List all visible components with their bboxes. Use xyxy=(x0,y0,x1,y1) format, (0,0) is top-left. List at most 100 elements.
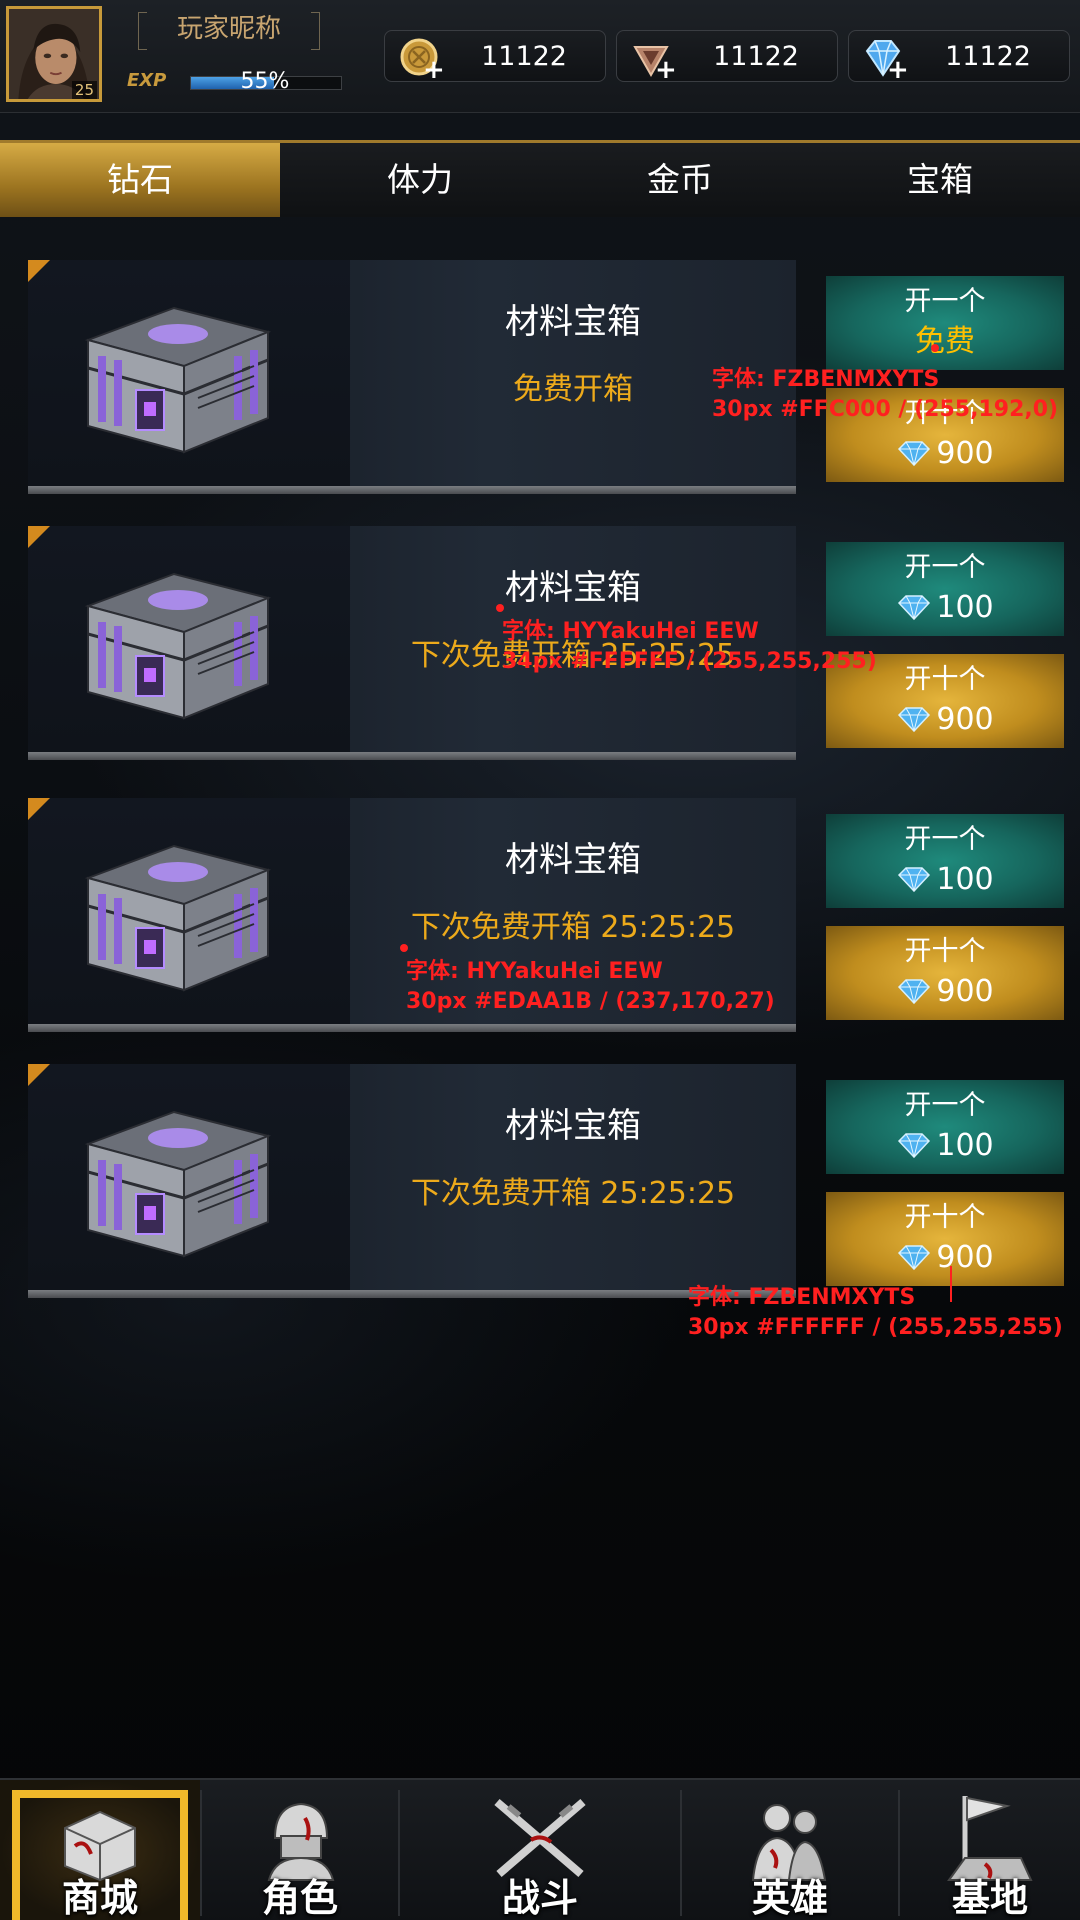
corner-accent xyxy=(28,1064,50,1086)
open-one-button[interactable]: 开一个 100 xyxy=(826,814,1064,908)
material-chest-icon xyxy=(84,1110,272,1258)
diamond-amount: 11122 xyxy=(945,41,1031,72)
card-bottom-edge xyxy=(28,486,796,494)
material-chest-icon xyxy=(84,306,272,454)
price-text: 900 xyxy=(936,702,994,737)
exp-percent: 55% xyxy=(240,69,290,94)
price-text: 900 xyxy=(936,436,994,471)
base-flag-icon xyxy=(947,1796,1033,1881)
material-chest-icon xyxy=(84,844,272,992)
card-bottom-edge xyxy=(28,1024,796,1032)
price-text: 100 xyxy=(936,1128,994,1163)
open-ten-button[interactable]: 开十个 900 xyxy=(826,1192,1064,1286)
corner-accent xyxy=(28,526,50,548)
currency-diamond[interactable]: + 11122 xyxy=(848,30,1070,83)
nav-label: 角色 xyxy=(261,1876,338,1920)
price-text: 100 xyxy=(936,862,994,897)
annotation-leader xyxy=(950,1266,952,1302)
nav-base[interactable]: 基地 xyxy=(900,1780,1080,1920)
button-label: 开一个 xyxy=(904,824,986,855)
nav-label: 商城 xyxy=(61,1876,138,1920)
corner-accent xyxy=(28,798,50,820)
exp-label: EXP xyxy=(127,70,167,91)
crystal-amount: 11122 xyxy=(713,41,799,72)
diamond-icon xyxy=(898,979,931,1005)
bottom-nav: 商城 角色 战斗 英雄 基地 xyxy=(0,1778,1080,1920)
button-label: 开十个 xyxy=(904,1202,986,1233)
nav-character[interactable]: 角色 xyxy=(202,1780,398,1920)
chest-status: 下次免费开箱 25:25:25 xyxy=(410,1176,736,1211)
shop-screen: 25 玩家昵称 EXP 55% + 11122 + 11122 + 11122 … xyxy=(0,0,1080,1920)
price-text: 900 xyxy=(936,974,994,1009)
price-text: 100 xyxy=(936,590,994,625)
nav-shop[interactable]: 商城 xyxy=(0,1780,200,1920)
button-label: 开十个 xyxy=(904,936,986,967)
heroes-icon xyxy=(751,1804,827,1881)
crossed-rifles-icon xyxy=(494,1798,586,1878)
button-price: 100 xyxy=(826,1128,1064,1164)
currency-crystal[interactable]: + 11122 xyxy=(616,30,838,83)
chest-name: 材料宝箱 xyxy=(505,1106,641,1146)
diamond-icon xyxy=(898,707,931,733)
player-avatar[interactable]: 25 xyxy=(6,6,102,102)
button-label: 开一个 xyxy=(904,286,986,317)
chest-name: 材料宝箱 xyxy=(505,302,641,342)
nav-label: 战斗 xyxy=(501,1876,578,1920)
button-price: 900 xyxy=(826,436,1064,472)
annotation-text-line1: 字体: FZBENMXYTS xyxy=(712,367,940,392)
currency-gold[interactable]: + 11122 xyxy=(384,30,606,83)
tab-diamond[interactable]: 钻石 xyxy=(0,143,280,217)
annotation-text-line1: 字体: FZBENMXYTS xyxy=(688,1285,916,1310)
annotation-text-line1: 字体: HYYakuHei EEW xyxy=(502,619,759,644)
button-price: 900 xyxy=(826,974,1064,1010)
tab-gold[interactable]: 金币 xyxy=(540,143,820,217)
annotation-marker xyxy=(931,344,939,352)
nav-label: 基地 xyxy=(951,1876,1028,1920)
card-bottom-edge xyxy=(28,1290,796,1298)
diamond-icon xyxy=(898,595,931,621)
top-bar: 25 玩家昵称 EXP 55% + 11122 + 11122 + 11122 xyxy=(0,0,1080,113)
nav-battle[interactable]: 战斗 xyxy=(400,1780,680,1920)
button-price: 900 xyxy=(826,1240,1064,1276)
price-text: 免费 xyxy=(915,324,975,359)
chest-status: 下次免费开箱 25:25:25 xyxy=(410,910,736,945)
nickname-frame: 玩家昵称 xyxy=(138,8,320,52)
annotation-text-line2: 30px #FFC000 / (255,192,0) xyxy=(712,397,1059,422)
open-one-button[interactable]: 开一个 100 xyxy=(826,542,1064,636)
diamond-icon xyxy=(898,1133,931,1159)
chest-name: 材料宝箱 xyxy=(505,840,641,880)
annotation-text-line2: 30px #EDAA1B / (237,170,27) xyxy=(406,989,775,1014)
button-price: 900 xyxy=(826,702,1064,738)
add-crystal-icon[interactable]: + xyxy=(655,57,677,83)
player-nickname: 玩家昵称 xyxy=(176,14,281,44)
add-gold-icon[interactable]: + xyxy=(423,57,445,83)
button-label: 开一个 xyxy=(904,552,986,583)
open-one-button[interactable]: 开一个 免费 xyxy=(826,276,1064,370)
open-one-button[interactable]: 开一个 100 xyxy=(826,1080,1064,1174)
chest-card: 材料宝箱 免费开箱 xyxy=(28,260,796,494)
shop-crate-icon xyxy=(64,1810,136,1882)
open-ten-button[interactable]: 开十个 900 xyxy=(826,926,1064,1020)
price-text: 900 xyxy=(936,1240,994,1275)
annotation-text-line2: 30px #FFFFFF / (255,255,255) xyxy=(688,1315,1063,1340)
annotation-marker xyxy=(496,604,504,612)
shop-tabs: 钻石 体力 金币 宝箱 xyxy=(0,140,1080,217)
corner-accent xyxy=(28,260,50,282)
tab-chest[interactable]: 宝箱 xyxy=(800,143,1080,217)
annotation-marker xyxy=(400,944,408,952)
card-bottom-edge xyxy=(28,752,796,760)
add-diamond-icon[interactable]: + xyxy=(887,57,909,83)
diamond-icon xyxy=(898,441,931,467)
diamond-icon xyxy=(898,867,931,893)
gold-amount: 11122 xyxy=(481,41,567,72)
nav-label: 英雄 xyxy=(751,1876,828,1920)
nav-heroes[interactable]: 英雄 xyxy=(682,1780,898,1920)
annotation-text-line1: 字体: HYYakuHei EEW xyxy=(406,959,663,984)
player-level: 25 xyxy=(71,81,97,99)
material-chest-icon xyxy=(84,572,272,720)
button-label: 开一个 xyxy=(904,1090,986,1121)
button-price: 100 xyxy=(826,862,1064,898)
tab-stamina[interactable]: 体力 xyxy=(280,143,560,217)
soldier-helmet-icon xyxy=(267,1802,335,1881)
annotation-text-line2: 34px #FFFFFF / (255,255,255) xyxy=(502,649,877,674)
